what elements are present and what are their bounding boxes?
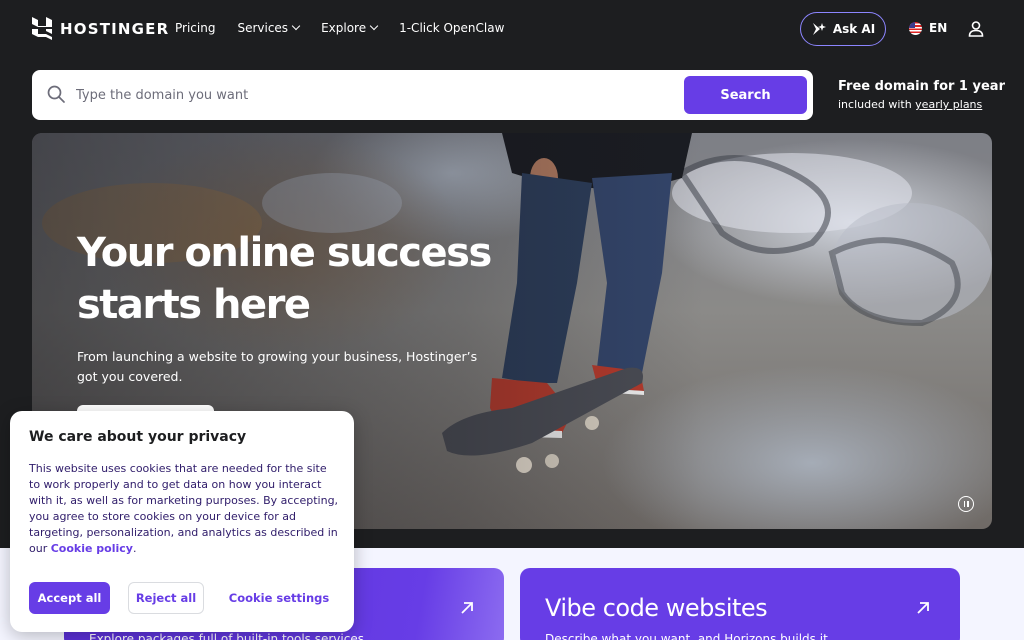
pause-icon — [963, 501, 965, 507]
nav-link-label: Pricing — [175, 21, 216, 35]
cookie-title: We care about your privacy — [29, 429, 247, 445]
nav-link-openclaw[interactable]: 1-Click OpenClaw — [399, 21, 504, 35]
pause-video-button[interactable] — [958, 496, 974, 512]
hostinger-logo-icon — [32, 17, 52, 40]
nav-link-services[interactable]: Services — [237, 21, 301, 35]
feature-card-vibe-code[interactable]: Vibe code websites Describe what you wan… — [520, 568, 960, 640]
sparkle-icon — [812, 23, 826, 35]
chevron-down-icon — [369, 21, 379, 31]
free-domain-subtitle: included with yearly plans — [838, 98, 1005, 111]
nav-link-label: Explore — [321, 21, 367, 35]
nav-link-explore[interactable]: Explore — [321, 21, 379, 35]
domain-search-bar: Search — [32, 70, 813, 120]
cookie-text: This website uses cookies that are neede… — [29, 461, 339, 557]
cookie-settings-button[interactable]: Cookie settings — [224, 582, 334, 614]
pause-icon — [967, 501, 969, 507]
top-navigation: HOSTINGER Pricing Services Explore 1-Cli… — [0, 0, 1024, 58]
hero-title: Your online success starts here — [77, 230, 492, 328]
card-description: Describe what you want, and Horizons bui… — [545, 632, 828, 640]
accept-all-button[interactable]: Accept all — [29, 582, 110, 614]
nav-link-pricing[interactable]: Pricing — [175, 21, 215, 35]
language-selector[interactable]: EN — [909, 21, 947, 35]
hostinger-logo[interactable]: HOSTINGER — [32, 17, 169, 40]
free-domain-title: Free domain for 1 year — [838, 79, 1005, 94]
search-button[interactable]: Search — [684, 76, 807, 114]
domain-search-input[interactable] — [76, 85, 676, 105]
arrow-up-right-icon — [917, 602, 929, 614]
language-label: EN — [929, 21, 948, 35]
yearly-plans-link[interactable]: yearly plans — [915, 98, 982, 111]
cookie-consent-dialog: We care about your privacy This website … — [10, 411, 354, 632]
reject-all-button[interactable]: Reject all — [128, 582, 204, 614]
logo-text: HOSTINGER — [60, 19, 170, 38]
chevron-down-icon — [291, 21, 301, 31]
free-domain-promo: Free domain for 1 year included with yea… — [838, 79, 1005, 111]
nav-link-label: Services — [237, 21, 289, 35]
cookie-suffix: . — [132, 542, 137, 555]
card-description: Explore packages full of built-in tools … — [89, 632, 364, 640]
nav-link-label: 1-Click OpenClaw — [399, 21, 505, 35]
ask-ai-label: Ask AI — [832, 22, 876, 36]
hero-subtitle: From launching a website to growing your… — [77, 349, 478, 384]
cookie-policy-link[interactable]: Cookie policy — [51, 542, 133, 555]
user-account-icon[interactable] — [966, 19, 986, 39]
promo-prefix: included with — [838, 98, 916, 111]
search-icon — [47, 85, 65, 103]
nav-links: Pricing Services Explore 1-Click OpenCla… — [175, 21, 526, 35]
arrow-up-right-icon — [461, 602, 473, 614]
card-title: Vibe code websites — [545, 594, 768, 622]
us-flag-icon — [909, 21, 922, 35]
ask-ai-button[interactable]: Ask AI — [800, 12, 886, 46]
